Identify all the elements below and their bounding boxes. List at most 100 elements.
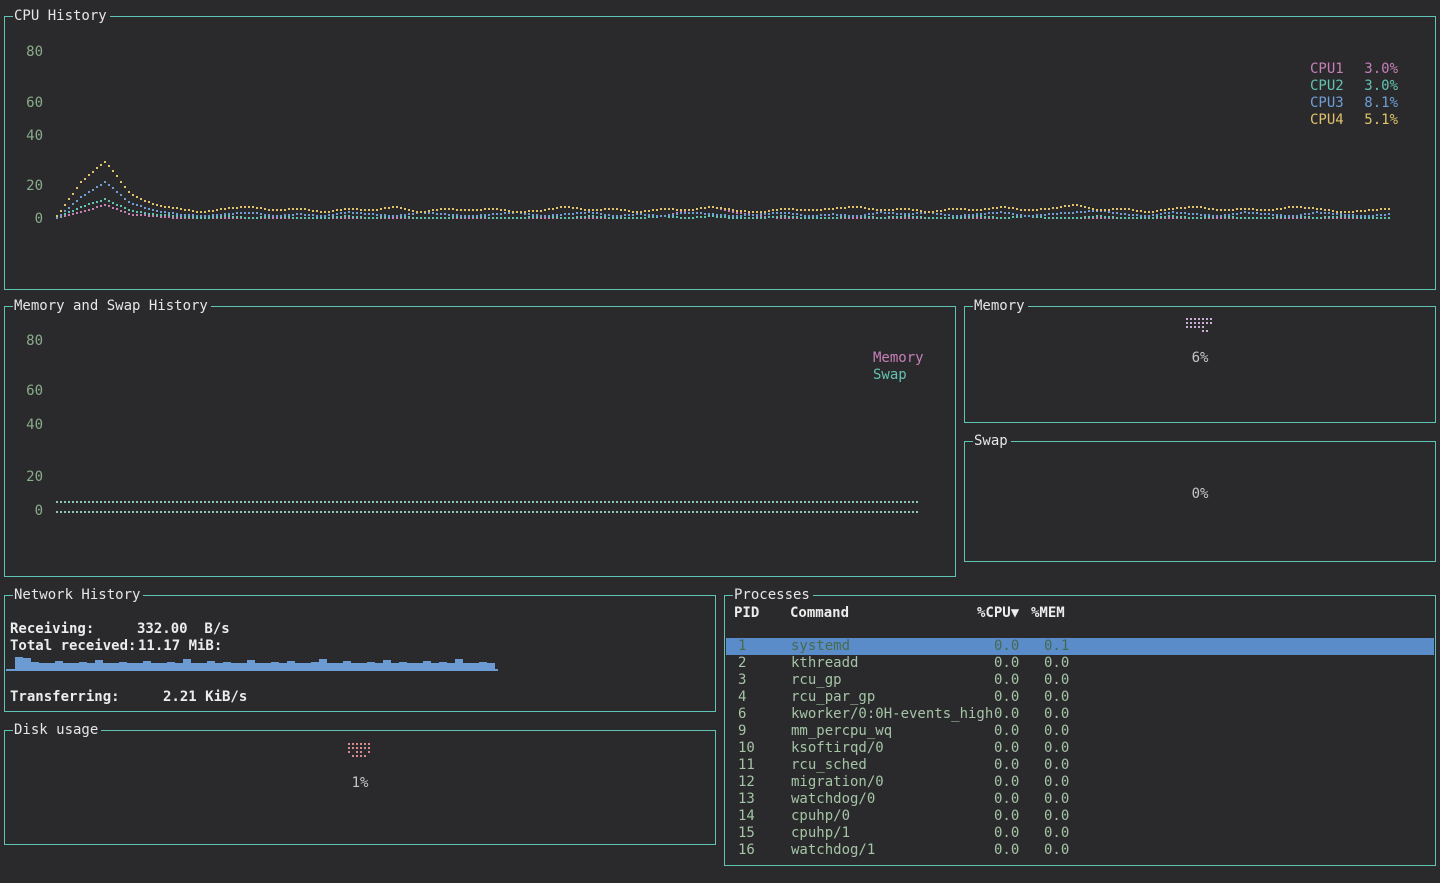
process-mem: 0.0 [1044, 842, 1069, 859]
process-pid: 1 [738, 638, 746, 655]
disk-usage-title: Disk usage [13, 722, 101, 738]
process-row[interactable]: 3 rcu_gp 0.0 0.0 [726, 672, 1434, 689]
process-command: kthreadd [791, 655, 858, 672]
process-cpu: 0.0 [994, 808, 1019, 825]
process-cpu: 0.0 [994, 638, 1019, 655]
legend-value: 8.1% [1364, 95, 1398, 112]
memory-title: Memory [973, 298, 1028, 314]
cpu-legend-entry: CPU1 3.0% [1310, 61, 1398, 78]
process-command: mm_percpu_wq [791, 723, 892, 740]
network-history-title: Network History [13, 587, 143, 603]
legend-label: CPU4 [1310, 112, 1344, 129]
process-mem: 0.0 [1044, 672, 1069, 689]
process-command: systemd [791, 638, 850, 655]
receiving-value: 332.00 B/s [137, 621, 230, 638]
process-cpu: 0.0 [994, 689, 1019, 706]
process-row[interactable]: 6kworker/0:0H-events_high0.00.0 [726, 706, 1434, 723]
process-row[interactable]: 11 rcu_sched 0.0 0.0 [726, 757, 1434, 774]
process-command: rcu_sched [791, 757, 867, 774]
process-pid: 11 [738, 757, 755, 774]
process-mem: 0.0 [1044, 757, 1069, 774]
memory-panel: Memory 6% [964, 306, 1436, 423]
network-sparkline [6, 651, 706, 677]
process-pid: 4 [738, 689, 746, 706]
processes-title: Processes [733, 587, 813, 603]
process-row[interactable]: 13watchdog/00.00.0 [726, 791, 1434, 808]
cpu-history-panel: CPU History 806040200 CPU13.0%CPU23.0%CP… [4, 16, 1436, 290]
process-mem: 0.0 [1044, 791, 1069, 808]
process-row[interactable]: 1 systemd 0.0 0.1 [726, 638, 1434, 655]
legend-label: CPU1 [1310, 61, 1344, 78]
process-command: rcu_gp [791, 672, 842, 689]
process-row[interactable]: 15cpuhp/10.00.0 [726, 825, 1434, 842]
process-command: ksoftirqd/0 [791, 740, 884, 757]
process-command: cpuhp/0 [791, 808, 850, 825]
y-axis-tick-label: 80 [17, 44, 43, 60]
process-mem: 0.0 [1044, 808, 1069, 825]
processes-panel: Processes PID Command %CPU▼ %MEM 1system… [724, 595, 1436, 866]
process-pid: 3 [738, 672, 746, 689]
process-mem: 0.0 [1044, 655, 1069, 672]
column-header-pid[interactable]: PID [734, 605, 759, 622]
process-mem: 0.1 [1044, 638, 1069, 655]
process-pid: 13 [738, 791, 755, 808]
y-axis-tick-label: 80 [17, 333, 43, 349]
process-cpu: 0.0 [994, 706, 1019, 723]
disk-gauge-dots [348, 743, 372, 759]
process-cpu: 0.0 [994, 655, 1019, 672]
process-pid: 10 [738, 740, 755, 757]
y-axis-tick-label: 0 [17, 211, 43, 227]
swap-title: Swap [973, 433, 1011, 449]
y-axis-tick-label: 40 [17, 417, 43, 433]
y-axis-tick-label: 60 [17, 383, 43, 399]
cpu-legend-entry: CPU4 5.1% [1310, 112, 1398, 129]
swap-panel: Swap 0% [964, 441, 1436, 562]
process-command: rcu_par_gp [791, 689, 875, 706]
process-row[interactable]: 16watchdog/10.00.0 [726, 842, 1434, 859]
disk-usage-panel: Disk usage 1% [4, 730, 716, 845]
process-cpu: 0.0 [994, 791, 1019, 808]
cpu-legend-entry: CPU2 3.0% [1310, 78, 1398, 95]
legend-value: 5.1% [1364, 112, 1398, 129]
process-cpu: 0.0 [994, 723, 1019, 740]
process-mem: 0.0 [1044, 723, 1069, 740]
process-row[interactable]: 12migration/00.00.0 [726, 774, 1434, 791]
legend-label: CPU2 [1310, 78, 1344, 95]
memory-percent: 6% [965, 350, 1435, 366]
y-axis-tick-label: 0 [17, 503, 43, 519]
column-header-command[interactable]: Command [790, 605, 849, 622]
process-command: cpuhp/1 [791, 825, 850, 842]
process-command: migration/0 [791, 774, 884, 791]
cpu-history-graph [5, 17, 1435, 289]
legend-value: 3.0% [1364, 78, 1398, 95]
process-row[interactable]: 10ksoftirqd/00.00.0 [726, 740, 1434, 757]
legend-value: 3.0% [1364, 61, 1398, 78]
process-pid: 14 [738, 808, 755, 825]
y-axis-tick-label: 60 [17, 95, 43, 111]
process-cpu: 0.0 [994, 757, 1019, 774]
process-mem: 0.0 [1044, 774, 1069, 791]
y-axis-tick-label: 40 [17, 128, 43, 144]
column-header-cpu[interactable]: %CPU▼ [977, 605, 1019, 622]
process-cpu: 0.0 [994, 842, 1019, 859]
process-command: kworker/0:0H-events_high [791, 706, 993, 723]
process-pid: 2 [738, 655, 746, 672]
process-row[interactable]: 14 cpuhp/0 0.0 0.0 [726, 808, 1434, 825]
process-row[interactable]: 9 mm_percpu_wq 0.0 0.0 [726, 723, 1434, 740]
process-mem: 0.0 [1044, 689, 1069, 706]
receiving-label: Receiving: [10, 621, 94, 638]
process-cpu: 0.0 [994, 672, 1019, 689]
process-mem: 0.0 [1044, 740, 1069, 757]
memory-gauge-dots [1186, 318, 1214, 334]
process-pid: 15 [738, 825, 755, 842]
disk-percent: 1% [5, 775, 715, 791]
memswap-legend-entry: Memory [873, 350, 924, 367]
y-axis-tick-label: 20 [17, 178, 43, 194]
y-axis-tick-label: 20 [17, 469, 43, 485]
column-header-mem[interactable]: %MEM [1031, 605, 1065, 622]
process-pid: 6 [738, 706, 746, 723]
process-row[interactable]: 4 rcu_par_gp 0.0 0.0 [726, 689, 1434, 706]
process-row[interactable]: 2 kthreadd 0.0 0.0 [726, 655, 1434, 672]
process-mem: 0.0 [1044, 706, 1069, 723]
process-pid: 9 [738, 723, 746, 740]
